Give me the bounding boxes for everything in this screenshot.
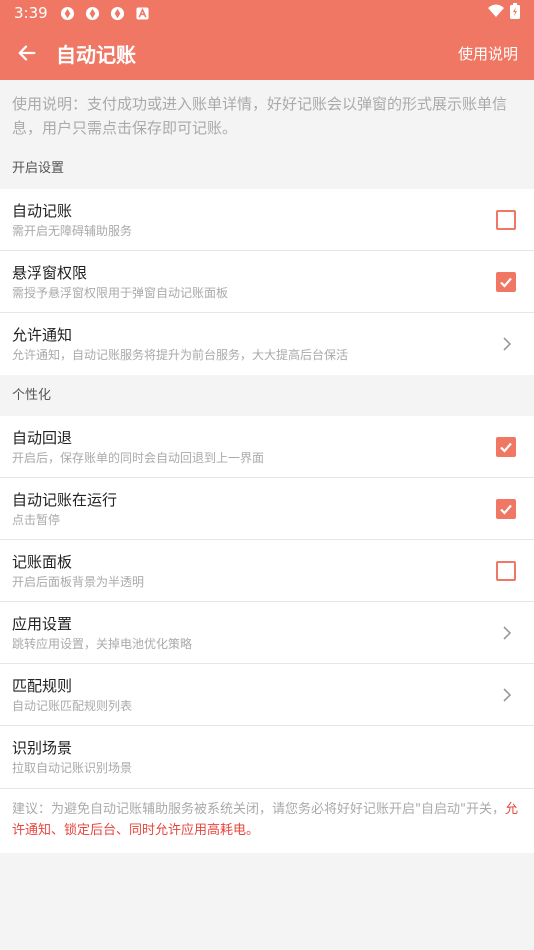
notice-advice: 建议：为避免自动记账辅助服务被系统关闭，请您务必将好好记账开启"自启动"开关，: [12, 802, 505, 817]
checkmark-icon: [500, 442, 512, 453]
setting-match-rules[interactable]: 匹配规则 自动记账匹配规则列表: [0, 664, 534, 726]
battery-icon: [510, 3, 520, 23]
auto-return-checkbox[interactable]: [496, 436, 516, 457]
checkmark-icon: [500, 277, 512, 288]
notice-text: 建议：为避免自动记账辅助服务被系统关闭，请您务必将好好记账开启"自启动"开关，允…: [0, 788, 534, 853]
setting-allow-notifications[interactable]: 允许通知 允许通知，自动记账服务将提升为前台服务，大大提高后台保活: [0, 313, 534, 375]
a-letter-icon: [135, 5, 151, 21]
setting-title: 识别场景: [12, 739, 73, 757]
auto-bookkeeping-checkbox[interactable]: [496, 209, 516, 230]
setting-bookkeeping-panel[interactable]: 记账面板 开启后面板背景为半透明: [0, 540, 534, 602]
chevron-right-icon: [500, 623, 514, 643]
setting-title: 自动回退: [12, 428, 73, 447]
app-bar: 自动记账 使用说明: [0, 26, 534, 80]
setting-title: 自动记账: [12, 201, 73, 220]
checkmark-icon: [500, 504, 512, 515]
app-notification-icon: [110, 5, 126, 21]
chevron-right-icon: [500, 685, 514, 705]
setting-subtitle: 跳转应用设置，关掉电池优化策略: [12, 636, 193, 651]
setting-title: 允许通知: [12, 326, 73, 344]
status-bar: 3:39: [0, 0, 534, 26]
setting-subtitle: 开启后，保存账单的同时会自动回退到上一界面: [12, 450, 265, 465]
setting-recognition-scenes[interactable]: 识别场景 拉取自动记账识别场景: [0, 726, 534, 788]
setting-subtitle: 自动记账匹配规则列表: [12, 698, 133, 713]
setting-bookkeeping-running[interactable]: 自动记账在运行 点击暂停: [0, 478, 534, 540]
bookkeeping-running-checkbox[interactable]: [496, 498, 516, 519]
intro-text: 使用说明：支付成功或进入账单详情，好好记账会以弹窗的形式展示账单信息，用户只需点…: [12, 95, 508, 137]
wifi-icon: [488, 4, 504, 22]
app-notification-icon: [60, 5, 76, 21]
page-title: 自动记账: [56, 42, 136, 67]
help-button[interactable]: 使用说明: [458, 43, 518, 64]
setting-title: 应用设置: [12, 614, 73, 633]
setting-title: 记账面板: [12, 552, 73, 571]
setting-app-settings[interactable]: 应用设置 跳转应用设置，关掉电池优化策略: [0, 602, 534, 664]
setting-subtitle: 拉取自动记账识别场景: [12, 761, 133, 775]
status-time: 3:39: [14, 4, 48, 22]
section-header-open: 开启设置: [12, 161, 65, 176]
setting-subtitle: 需授予悬浮窗权限用于弹窗自动记账面板: [12, 285, 229, 300]
setting-title: 匹配规则: [12, 676, 73, 695]
setting-floating-window-permission[interactable]: 悬浮窗权限 需授予悬浮窗权限用于弹窗自动记账面板: [0, 251, 534, 313]
back-arrow-icon[interactable]: [14, 40, 40, 66]
app-notification-icon: [85, 5, 101, 21]
setting-auto-return[interactable]: 自动回退 开启后，保存账单的同时会自动回退到上一界面: [0, 416, 534, 478]
setting-auto-bookkeeping[interactable]: 自动记账 需开启无障碍辅助服务: [0, 189, 534, 251]
open-settings-list: 自动记账 需开启无障碍辅助服务 悬浮窗权限 需授予悬浮窗权限用于弹窗自动记账面板…: [0, 189, 534, 375]
bookkeeping-panel-checkbox[interactable]: [496, 560, 516, 581]
floating-window-checkbox[interactable]: [496, 271, 516, 292]
setting-subtitle: 需开启无障碍辅助服务: [12, 223, 133, 238]
chevron-right-icon: [500, 334, 514, 354]
setting-subtitle: 允许通知，自动记账服务将提升为前台服务，大大提高后台保活: [12, 348, 349, 362]
setting-title: 悬浮窗权限: [12, 263, 88, 282]
setting-subtitle: 开启后面板背景为半透明: [12, 574, 145, 589]
section-header-personal: 个性化: [12, 388, 52, 403]
setting-title: 自动记账在运行: [12, 490, 118, 509]
setting-subtitle: 点击暂停: [12, 512, 61, 527]
personal-settings-list: 自动回退 开启后，保存账单的同时会自动回退到上一界面 自动记账在运行 点击暂停 …: [0, 416, 534, 788]
